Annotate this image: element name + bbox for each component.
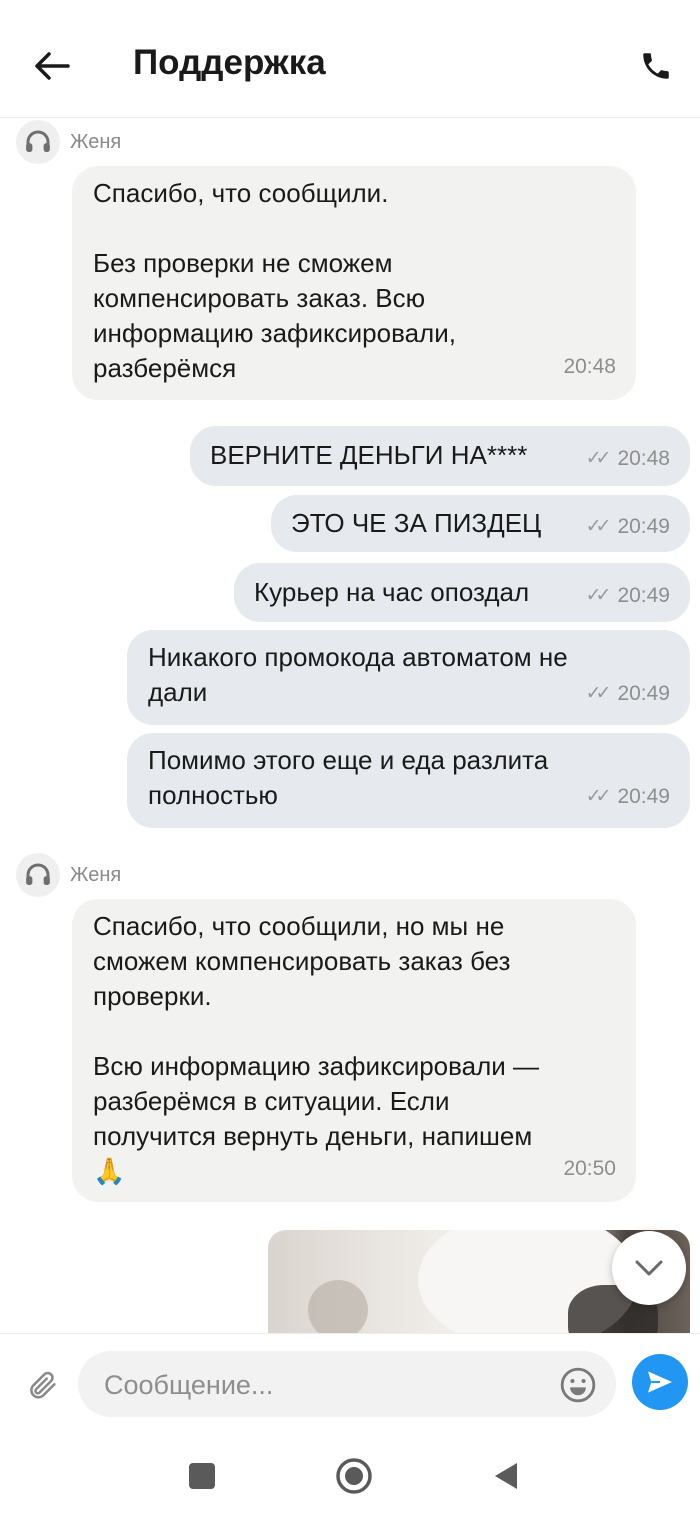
attach-button[interactable] [22,1364,64,1406]
avatar [16,120,60,164]
square-icon [189,1463,215,1489]
message-bubble-outgoing[interactable]: ВЕРНИТЕ ДЕНЬГИ НА**** ✓✓ 20:48 [190,426,690,486]
system-navigation-bar [0,1433,700,1518]
message-text: Спасибо, что сообщили. Без проверки не с… [93,178,456,383]
message-time: 20:50 [563,1157,616,1180]
avatar [16,853,60,897]
sender-name: Женя [70,130,122,153]
message-composer [0,1333,700,1433]
message-input[interactable] [102,1351,546,1419]
message-bubble-outgoing[interactable]: Помимо этого еще и еда разлита полностью… [127,733,690,828]
double-check-icon: ✓✓ [585,448,612,469]
sender-label: Женя [16,120,121,164]
scroll-down-button[interactable] [612,1231,686,1305]
phone-icon [643,53,669,79]
message-time: ✓✓ 20:49 [586,676,670,711]
message-input-wrapper [78,1351,616,1419]
message-bubble-incoming[interactable]: Спасибо, что сообщили, но мы не сможем к… [72,899,636,1202]
message-bubble-outgoing[interactable]: Никакого промокода автоматом не дали ✓✓ 2… [127,630,690,725]
emoji-icon [560,1367,596,1403]
message-text: ВЕРНИТЕ ДЕНЬГИ НА**** [210,440,528,470]
sender-name: Женя [70,863,122,886]
arrow-left-icon [35,52,70,80]
double-check-icon: ✓✓ [585,516,612,537]
message-text: Никакого промокода автоматом не дали [148,642,568,707]
message-time: ✓✓ 20:48 [586,441,670,476]
headset-icon [26,863,50,885]
paperclip-icon [30,1371,56,1399]
home-button[interactable] [329,1451,379,1501]
send-icon [648,1371,672,1393]
chat-history[interactable]: Женя Спасибо, что сообщили. Без проверки… [0,118,700,1333]
back-nav-button[interactable] [481,1451,531,1501]
message-bubble-outgoing[interactable]: ЭТО ЧЕ ЗА ПИЗДЕЦ ✓✓ 20:49 [271,495,690,552]
double-check-icon: ✓✓ [585,585,612,606]
double-check-icon: ✓✓ [585,786,612,807]
message-time: ✓✓ 20:49 [586,779,670,814]
send-button[interactable] [632,1354,688,1410]
emoji-button[interactable] [558,1365,598,1405]
app-header: Поддержка [0,0,700,118]
message-time: ✓✓ 20:49 [586,578,670,613]
message-text: Курьер на час опоздал [254,577,530,607]
chevron-down-icon [635,1260,663,1276]
message-text: Спасибо, что сообщили, но мы не сможем к… [93,911,540,1186]
home-circle-icon [336,1458,372,1494]
message-bubble-incoming[interactable]: Спасибо, что сообщили. Без проверки не с… [72,166,636,400]
message-time: ✓✓ 20:49 [586,509,670,544]
double-check-icon: ✓✓ [585,683,612,704]
recents-button[interactable] [177,1451,227,1501]
sender-label: Женя [16,853,121,897]
call-button[interactable] [632,44,680,88]
headset-icon [26,130,50,152]
message-text: Помимо этого еще и еда разлита полностью [148,745,549,810]
triangle-back-icon [495,1463,517,1489]
message-text: ЭТО ЧЕ ЗА ПИЗДЕЦ [291,508,542,538]
message-bubble-outgoing[interactable]: Курьер на час опоздал ✓✓ 20:49 [234,563,690,622]
back-button[interactable] [28,44,76,88]
message-time: 20:48 [563,355,616,378]
page-title: Поддержка [133,43,326,82]
